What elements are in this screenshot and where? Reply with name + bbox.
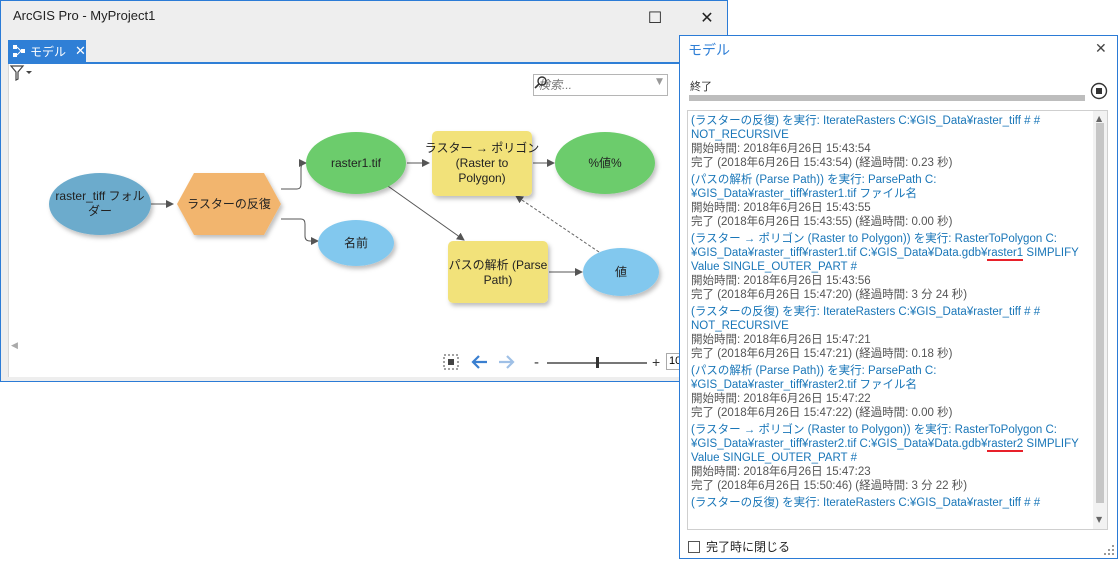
log-complete: 完了 (2018年6月26日 15:47:20) (経過時間: 3 分 24 秒… bbox=[691, 289, 968, 301]
connector-iterate-name bbox=[281, 218, 319, 245]
search-input[interactable] bbox=[538, 77, 634, 93]
highlighted-output-name: raster2 bbox=[987, 438, 1024, 452]
search-dropdown-icon[interactable]: ▼ bbox=[656, 77, 663, 87]
log-run-message: (パスの解析 (Parse Path)) を実行: ParsePath C:¥G… bbox=[691, 365, 937, 391]
node-valueout-label: %値% bbox=[588, 155, 622, 170]
dialog-title: モデル bbox=[688, 42, 730, 58]
log-complete: 完了 (2018年6月26日 15:47:22) (経過時間: 0.00 秒) bbox=[691, 407, 953, 419]
close-on-complete-label: 完了時に閉じる bbox=[706, 540, 791, 554]
tab-model-label: モデル bbox=[30, 44, 67, 59]
zoom-controls: - + bbox=[443, 354, 660, 371]
node-raster1[interactable]: raster1.tif bbox=[306, 132, 406, 194]
scroll-up-icon[interactable]: ▲ bbox=[1096, 114, 1102, 123]
log-complete: 完了 (2018年6月26日 15:50:46) (経過時間: 3 分 22 秒… bbox=[691, 480, 968, 492]
progress-bar-fill bbox=[689, 95, 1085, 101]
progress-bar bbox=[689, 95, 1085, 101]
node-folder-label-1: raster_tiff フォル bbox=[55, 189, 144, 203]
zoom-slider[interactable] bbox=[547, 357, 647, 368]
log-start-time: 開始時間: 2018年6月26日 15:43:54 bbox=[691, 143, 871, 155]
node-value-out[interactable]: %値% bbox=[555, 132, 655, 194]
filter-icon[interactable] bbox=[9, 64, 33, 82]
log-run-message: (ラスター → ポリゴン (Raster to Polygon)) を実行: R… bbox=[691, 232, 1093, 274]
close-on-complete-option[interactable]: 完了時に閉じる bbox=[688, 538, 790, 555]
search-box[interactable]: ▼ bbox=[533, 74, 668, 96]
node-name-label: 名前 bbox=[344, 235, 368, 250]
window-title: ArcGIS Pro - MyProject1 bbox=[13, 8, 156, 23]
model-diagram: raster_tiff フォル ダー ラスターの反復 raster1.tif 名… bbox=[49, 131, 659, 303]
log-entry: (パスの解析 (Parse Path)) を実行: ParsePath C:¥G… bbox=[691, 173, 1093, 229]
highlighted-output-name: raster1 bbox=[987, 247, 1024, 261]
scroll-thumb[interactable] bbox=[1096, 123, 1104, 503]
log-start-time: 開始時間: 2018年6月26日 15:47:23 bbox=[691, 466, 871, 478]
node-raster-to-polygon[interactable]: ラスター → ポリゴン (Raster to Polygon) bbox=[425, 131, 539, 196]
log-entry: (ラスターの反復) を実行: IterateRasters C:¥GIS_Dat… bbox=[691, 114, 1093, 170]
node-raster1-label: raster1.tif bbox=[331, 156, 382, 170]
tab-close-icon[interactable]: ✕ bbox=[75, 44, 86, 59]
log-complete: 完了 (2018年6月26日 15:43:54) (経過時間: 0.23 秒) bbox=[691, 157, 953, 169]
connector-iterate-raster1 bbox=[281, 159, 307, 190]
resize-grip-icon[interactable] bbox=[1103, 544, 1115, 556]
log-run-message: (ラスターの反復) を実行: IterateRasters C:¥GIS_Dat… bbox=[691, 497, 1041, 509]
tab-model[interactable]: モデル ✕ bbox=[8, 40, 86, 62]
message-log[interactable]: (ラスターの反復) を実行: IterateRasters C:¥GIS_Dat… bbox=[687, 110, 1108, 530]
zoom-out-icon[interactable]: - bbox=[534, 354, 539, 371]
node-iterate-label: ラスターの反復 bbox=[187, 196, 271, 211]
log-start-time: 開始時間: 2018年6月26日 15:43:55 bbox=[691, 202, 871, 214]
model-progress-dialog: モデル ✕ 終了 (ラスターの反復) を実行: IterateRasters C… bbox=[679, 35, 1118, 559]
scroll-left-icon[interactable]: ◀ bbox=[11, 341, 18, 351]
message-log-content: (ラスターの反復) を実行: IterateRasters C:¥GIS_Dat… bbox=[691, 114, 1093, 513]
log-entry: (ラスター → ポリゴン (Raster to Polygon)) を実行: R… bbox=[691, 232, 1093, 302]
search-icon[interactable] bbox=[534, 75, 548, 89]
log-start-time: 開始時間: 2018年6月26日 15:43:56 bbox=[691, 275, 871, 287]
node-parse-label-1: パスの解析 (Parse bbox=[449, 258, 548, 272]
node-r2p-label-3: Polygon) bbox=[458, 171, 505, 185]
stop-icon[interactable] bbox=[1090, 82, 1108, 100]
log-entry: (ラスター → ポリゴン (Raster to Polygon)) を実行: R… bbox=[691, 423, 1093, 493]
log-start-time: 開始時間: 2018年6月26日 15:47:21 bbox=[691, 334, 871, 346]
node-raster-tiff-folder[interactable]: raster_tiff フォル ダー bbox=[49, 173, 151, 235]
log-complete: 完了 (2018年6月26日 15:43:55) (経過時間: 0.00 秒) bbox=[691, 216, 953, 228]
fit-to-window-icon[interactable] bbox=[443, 354, 459, 370]
maximize-icon: ☐ bbox=[647, 7, 663, 27]
window-close-button[interactable]: ✕ bbox=[687, 3, 727, 31]
log-run-message: (ラスターの反復) を実行: IterateRasters C:¥GIS_Dat… bbox=[691, 306, 1041, 332]
node-value[interactable]: 値 bbox=[583, 248, 659, 296]
close-on-complete-checkbox[interactable] bbox=[688, 540, 700, 553]
dialog-close-icon[interactable]: ✕ bbox=[1095, 41, 1107, 57]
log-run-message: (ラスターの反復) を実行: IterateRasters C:¥GIS_Dat… bbox=[691, 115, 1041, 141]
forward-arrow-icon[interactable] bbox=[499, 355, 515, 369]
close-icon: ✕ bbox=[700, 7, 714, 27]
scroll-down-icon[interactable]: ▼ bbox=[1096, 515, 1102, 524]
zoom-in-icon[interactable]: + bbox=[652, 354, 660, 370]
log-run-message: (ラスター → ポリゴン (Raster to Polygon)) を実行: R… bbox=[691, 423, 1093, 465]
model-canvas[interactable]: raster_tiff フォル ダー ラスターの反復 raster1.tif 名… bbox=[8, 64, 722, 377]
maximize-button[interactable]: ☐ bbox=[635, 3, 675, 31]
node-r2p-label-1: ラスター → ポリゴン bbox=[425, 140, 539, 155]
log-complete: 完了 (2018年6月26日 15:47:21) (経過時間: 0.18 秒) bbox=[691, 348, 953, 360]
log-entry: (ラスターの反復) を実行: IterateRasters C:¥GIS_Dat… bbox=[691, 305, 1093, 361]
model-icon bbox=[13, 45, 25, 57]
log-scrollbar[interactable]: ▲ ▼ bbox=[1093, 111, 1107, 529]
arcgis-main-window: ArcGIS Pro - MyProject1 ☐ ✕ モデル ✕ raster… bbox=[0, 0, 728, 382]
log-start-time: 開始時間: 2018年6月26日 15:47:22 bbox=[691, 393, 871, 405]
node-r2p-label-2: (Raster to bbox=[456, 156, 509, 170]
node-parse-path[interactable]: パスの解析 (Parse Path) bbox=[448, 241, 548, 303]
node-iterate-rasters[interactable]: ラスターの反復 bbox=[177, 173, 281, 235]
back-arrow-icon[interactable] bbox=[471, 355, 487, 369]
node-parse-label-2: Path) bbox=[484, 273, 513, 287]
node-name[interactable]: 名前 bbox=[318, 220, 394, 266]
tab-strip: モデル ✕ bbox=[8, 40, 727, 64]
log-entry: (ラスターの反復) を実行: IterateRasters C:¥GIS_Dat… bbox=[691, 496, 1093, 510]
log-run-message: (パスの解析 (Parse Path)) を実行: ParsePath C:¥G… bbox=[691, 174, 937, 200]
status-label: 終了 bbox=[690, 81, 712, 93]
log-entry: (パスの解析 (Parse Path)) を実行: ParsePath C:¥G… bbox=[691, 364, 1093, 420]
node-value-label: 値 bbox=[615, 264, 627, 279]
node-folder-label-2: ダー bbox=[88, 203, 112, 218]
